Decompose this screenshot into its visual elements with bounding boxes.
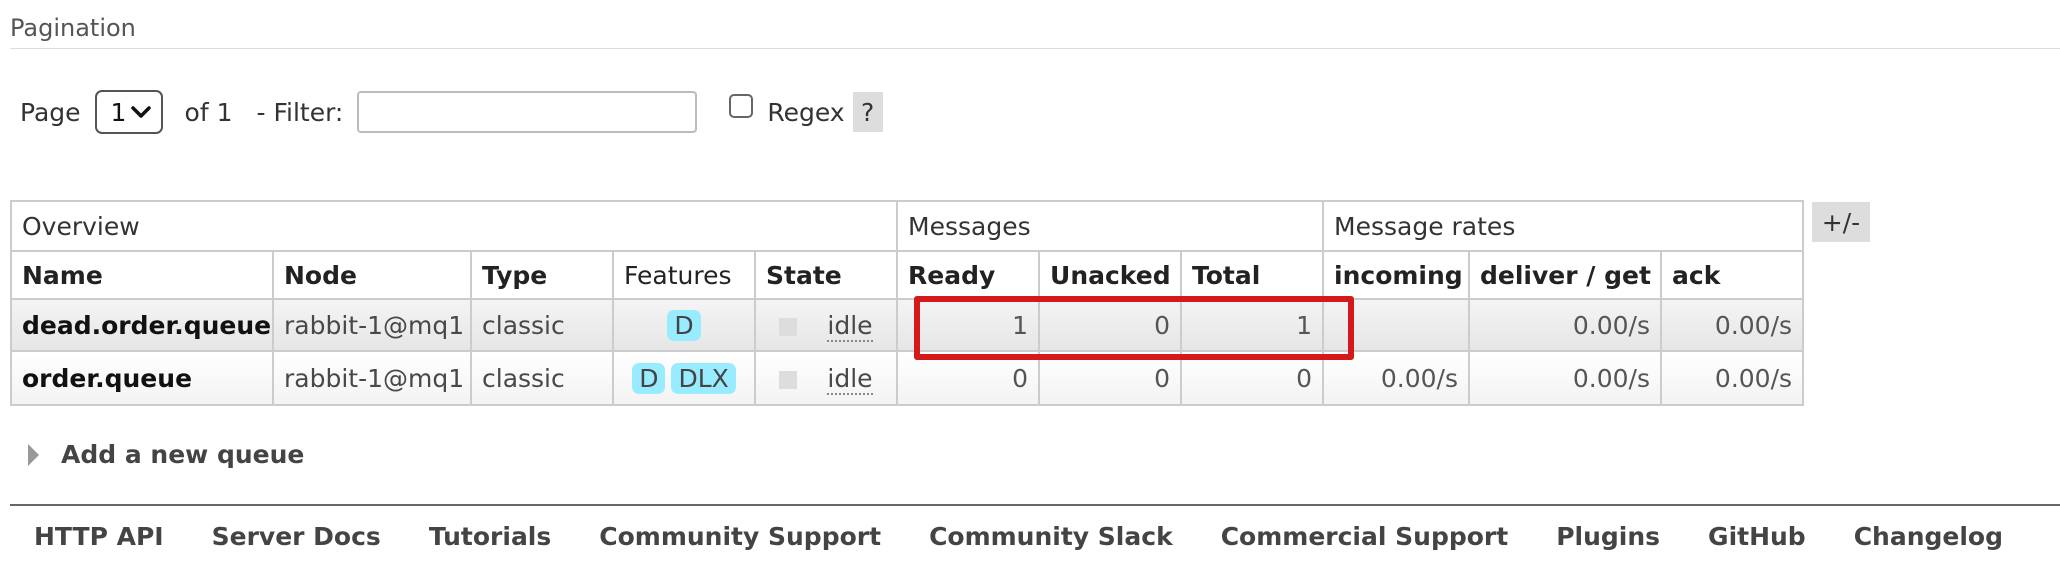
column-toggle-button[interactable]: +/-	[1812, 202, 1870, 242]
column-header-ready[interactable]: Ready	[896, 250, 1041, 300]
regex-checkbox[interactable]	[729, 94, 754, 118]
queue-features: D	[612, 298, 756, 352]
queues-table: Overview Messages Message rates Name Nod…	[9, 200, 1805, 406]
footer-link-changelog[interactable]: Changelog	[1854, 522, 2003, 551]
column-header-name[interactable]: Name	[10, 250, 274, 300]
footer-links: HTTP API Server Docs Tutorials Community…	[34, 522, 2003, 551]
footer-divider	[10, 504, 2060, 506]
filter-label: - Filter:	[256, 97, 344, 127]
column-header-incoming[interactable]: incoming	[1322, 250, 1471, 300]
ready-count: 1	[896, 298, 1041, 352]
footer-link-plugins[interactable]: Plugins	[1556, 522, 1660, 551]
queue-state: idle	[753, 298, 899, 352]
table-row[interactable]: dead.order.queue rabbit-1@mq1 classic D …	[10, 298, 1805, 352]
footer-link-server-docs[interactable]: Server Docs	[212, 522, 381, 551]
add-queue-label: Add a new queue	[61, 440, 305, 469]
footer-link-community-support[interactable]: Community Support	[599, 522, 881, 551]
column-header-deliver-get[interactable]: deliver / get	[1468, 250, 1663, 300]
footer-link-tutorials[interactable]: Tutorials	[429, 522, 551, 551]
deliver-get-rate: 0.00/s	[1468, 298, 1663, 352]
group-messages: Messages	[896, 200, 1325, 252]
filter-input[interactable]	[357, 91, 698, 133]
total-count: 1	[1180, 298, 1325, 352]
page-select[interactable]: 1	[94, 90, 163, 134]
column-header-state[interactable]: State	[753, 250, 899, 300]
group-message-rates: Message rates	[1322, 200, 1805, 252]
queue-type: classic	[470, 298, 614, 352]
pagination-controls: Page 1 of 1 - Filter: Regex ?	[20, 88, 883, 136]
column-header-total[interactable]: Total	[1180, 250, 1325, 300]
ack-rate: 0.00/s	[1660, 298, 1805, 352]
state-label: idle	[827, 310, 873, 342]
incoming-rate	[1322, 298, 1471, 352]
footer-link-github[interactable]: GitHub	[1708, 522, 1806, 551]
queue-node: rabbit-1@mq1	[272, 350, 472, 406]
ready-count: 0	[896, 350, 1041, 406]
footer-link-community-slack[interactable]: Community Slack	[929, 522, 1173, 551]
queue-name-link[interactable]: order.queue	[10, 350, 274, 406]
ack-rate: 0.00/s	[1660, 350, 1805, 406]
state-label: idle	[827, 363, 873, 395]
queue-state: idle	[753, 350, 899, 406]
column-header-node[interactable]: Node	[272, 250, 472, 300]
expand-triangle-icon	[28, 443, 39, 466]
feature-badge-durable: D	[667, 309, 701, 341]
pagination-divider	[10, 48, 2060, 49]
page-select-value: 1	[110, 97, 127, 127]
column-header-unacked[interactable]: Unacked	[1038, 250, 1183, 300]
column-header-ack[interactable]: ack	[1660, 250, 1805, 300]
unacked-count: 0	[1038, 350, 1183, 406]
regex-help-button[interactable]: ?	[852, 92, 883, 132]
regex-label: Regex	[767, 97, 845, 127]
footer-link-commercial-support[interactable]: Commercial Support	[1221, 522, 1509, 551]
pagination-title: Pagination	[10, 14, 136, 42]
column-header-type[interactable]: Type	[470, 250, 614, 300]
queue-features: D DLX	[612, 350, 756, 406]
feature-badge-durable: D	[632, 362, 666, 394]
state-indicator	[779, 370, 798, 389]
column-header-features: Features	[612, 250, 756, 300]
group-overview: Overview	[9, 200, 899, 252]
queue-node: rabbit-1@mq1	[272, 298, 472, 352]
unacked-count: 0	[1038, 298, 1183, 352]
queue-name-link[interactable]: dead.order.queue	[10, 298, 274, 352]
footer-link-http-api[interactable]: HTTP API	[34, 522, 164, 551]
queue-type: classic	[470, 350, 614, 406]
page-count: of 1	[184, 97, 233, 127]
feature-badge-dlx: DLX	[671, 362, 736, 394]
add-queue-toggle[interactable]: Add a new queue	[28, 440, 304, 469]
chevron-down-icon	[130, 106, 151, 118]
total-count: 0	[1180, 350, 1325, 406]
deliver-get-rate: 0.00/s	[1468, 350, 1663, 406]
incoming-rate: 0.00/s	[1322, 350, 1471, 406]
state-indicator	[779, 317, 798, 336]
page-label: Page	[20, 97, 81, 127]
table-row[interactable]: order.queue rabbit-1@mq1 classic D DLX id…	[10, 350, 1805, 406]
